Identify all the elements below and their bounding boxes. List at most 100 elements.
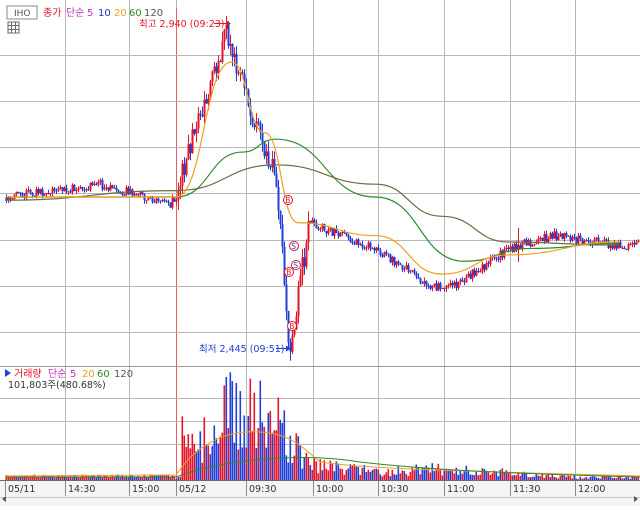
candle-body [212,71,214,81]
candle-body [128,187,130,193]
candle-body [80,187,82,188]
candle-body [262,132,264,142]
volume-bar [600,479,602,480]
volume-bar [596,477,598,480]
candle-body [146,200,148,201]
volume-bar [544,478,546,480]
candle-body [520,245,522,248]
candle-body [424,281,426,284]
volume-bar [390,476,392,480]
ma5-label: 5 [87,8,93,19]
volume-bar [258,428,260,480]
candle-body [596,238,598,240]
volume-bar [128,477,130,480]
candle-body [442,288,444,289]
volume-bar [334,471,336,480]
candle-body [346,233,348,235]
candle-body [22,193,24,196]
candle-body [280,211,282,224]
candle-body [230,44,232,46]
candle-body [446,286,448,289]
volume-bar [372,470,374,480]
candle-body [292,335,294,352]
volume-bar [556,477,558,480]
volume-bar [224,385,226,480]
volume-bar [486,471,488,480]
candle-body [220,61,222,62]
candle-body [604,239,606,242]
volume-bar [392,470,394,480]
candle-body [562,234,564,240]
candle-body [406,265,408,269]
signal-marker-label: B [285,196,290,205]
candle-body [410,271,412,272]
candle-body [16,192,18,194]
candle-body [254,124,256,127]
volume-bar [294,456,296,480]
candle-body [434,284,436,286]
volume-bar [458,475,460,480]
candle-body [348,235,350,238]
candle-body [400,264,402,265]
candle-body [412,270,414,271]
symbol-label: IHO [14,9,31,19]
candle-body [366,247,368,248]
volume-bar [202,463,204,480]
volume-bar [386,472,388,480]
volume-bar [630,479,632,480]
candle-body [198,114,200,129]
volume-bar [136,477,138,480]
candle-body [422,283,424,284]
volume-bar [204,417,206,480]
candle-body [70,191,72,192]
volume-bar [434,471,436,480]
candle-body [274,159,276,174]
volume-ma-type-label: 단순 [48,368,66,380]
candle-body [50,193,52,194]
volume-bar [402,470,404,480]
volume-bar [538,476,540,480]
volume-bar [572,478,574,480]
volume-bar [412,468,414,480]
volume-bar [270,411,272,480]
candle-body [512,246,514,251]
candle-body [394,257,396,265]
volume-bar [588,479,590,480]
volume-bar [176,479,178,480]
candle-body [142,192,144,194]
volume-bar [578,479,580,480]
candle-body [350,238,352,242]
ma60-label: 60 [129,8,142,19]
candle-body [98,182,100,185]
stock-chart[interactable]: BBBSS 05/1114:3015:0005/1209:3010:0010:3… [0,0,640,506]
candle-body [218,61,220,73]
volume-bar [350,464,352,480]
candle-body [44,194,46,196]
volume-collapse-icon[interactable] [5,369,11,377]
volume-bar [178,477,180,480]
volume-bar [452,470,454,480]
candle-body [224,29,226,41]
volume-bar [340,468,342,480]
volume-bar [488,471,490,480]
volume-bar [432,463,434,480]
volume-bar [580,477,582,480]
candle-body [234,54,236,57]
candle-body [334,229,336,236]
volume-bar [560,476,562,480]
volume-bar [442,475,444,480]
volume-bar [38,477,40,480]
table-icon[interactable] [8,22,19,33]
volume-bar [374,469,376,480]
signal-marker-label: S [293,261,298,270]
candle-body [204,99,206,116]
candle-body [206,99,208,103]
volume-bar [268,413,270,480]
candle-body [496,258,498,259]
time-tick-label: 11:30 [513,484,540,495]
volume-bar [156,476,158,480]
candle-body [584,241,586,244]
candle-body [186,159,188,175]
volume-bar [394,474,396,480]
volume-bar [362,468,364,480]
